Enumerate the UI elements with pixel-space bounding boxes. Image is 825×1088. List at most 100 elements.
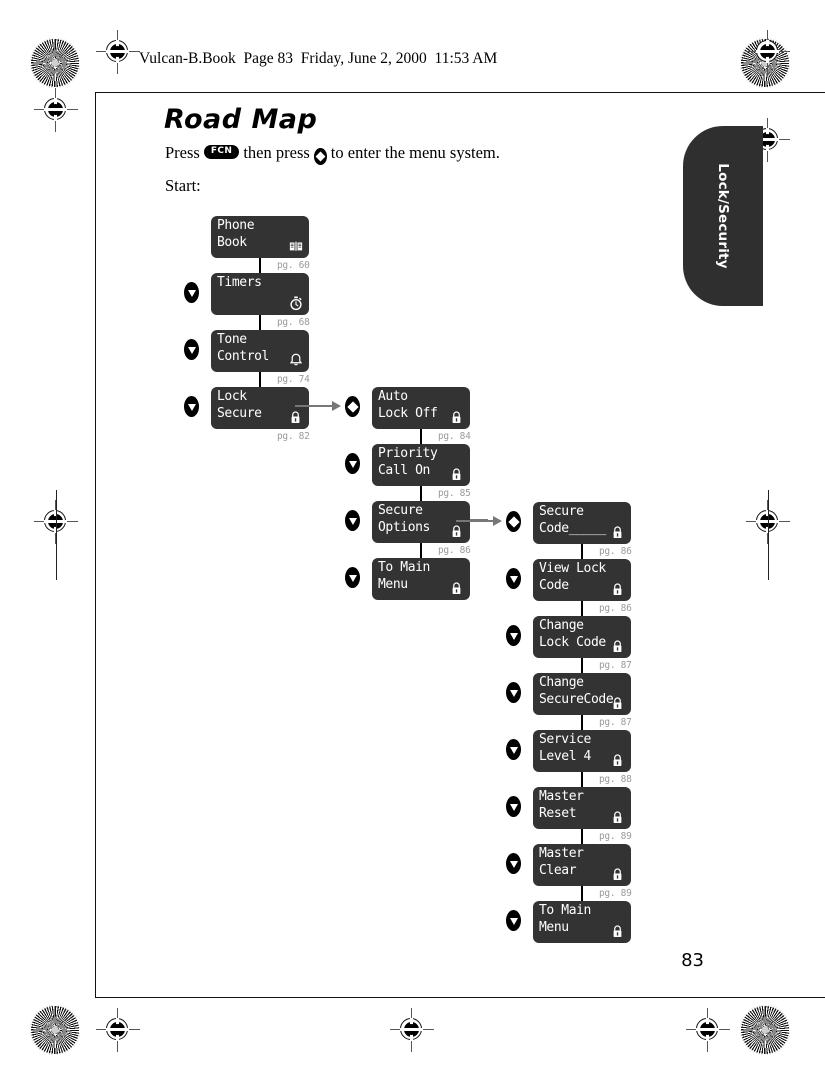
menu-node[interactable]: Phone Book [211,216,309,258]
page-reference-label: pg. 84 [438,431,471,442]
book-icon [289,239,303,254]
menu-node-line2: Code_____ [539,521,606,536]
menu-node-line1: Master [539,846,584,861]
nav-key-down-icon[interactable] [506,796,521,817]
menu-node-line1: Change [539,675,584,690]
bell-icon [289,353,303,368]
menu-node-line1: Timers [217,275,262,290]
lock-icon [450,524,464,539]
connector-line [420,543,423,558]
nav-key-down-icon[interactable] [506,568,521,589]
connector-line [259,258,262,273]
menu-node-line1: Change [539,618,584,633]
menu-node[interactable]: Change SecureCode [533,673,631,715]
connector-line [420,429,423,444]
menu-node-line2: Secure [217,406,262,421]
menu-node-line2: Lock Code [539,635,606,650]
menu-node-line1: To Main [539,903,591,918]
menu-node-line1: Phone [217,218,255,233]
menu-node-line2: SecureCode [539,692,614,707]
menu-node-line2: Menu [539,920,569,935]
page-reference-label: pg. 86 [438,545,471,556]
nav-key-down-icon[interactable] [506,910,521,931]
connector-line [581,544,584,559]
lock-icon [450,467,464,482]
nav-key-down-icon[interactable] [184,339,199,360]
lock-icon [611,696,625,711]
road-map-diagram: Phone Book pg. 60 Timers pg. 68 Tone Control pg… [0,0,825,1088]
nav-key-down-icon[interactable] [506,853,521,874]
menu-node-line2: Lock Off [378,406,438,421]
menu-node[interactable]: Timers [211,273,309,315]
menu-node-line2: Clear [539,863,577,878]
lock-icon [450,410,464,425]
menu-node-line1: Lock [217,389,247,404]
lock-icon [611,810,625,825]
page-reference-label: pg. 89 [599,831,632,842]
page-reference-label: pg. 89 [599,888,632,899]
lock-icon [611,525,625,540]
menu-node[interactable]: Lock Secure [211,387,309,429]
nav-key-down-icon[interactable] [184,282,199,303]
nav-key-down-icon[interactable] [345,510,360,531]
menu-node-line1: Tone [217,332,247,347]
menu-node-line2: Reset [539,806,577,821]
menu-node[interactable]: View Lock Code [533,559,631,601]
menu-node-line2: Options [378,520,430,535]
page-reference-label: pg. 82 [277,431,310,442]
menu-node[interactable]: Master Reset [533,787,631,829]
menu-node[interactable]: To Main Menu [533,901,631,943]
menu-node-line1: View Lock [539,561,606,576]
page-reference-label: pg. 86 [599,603,632,614]
connector-line [581,772,584,787]
connector-line [259,315,262,330]
menu-node-line2: Call On [378,463,430,478]
connector-line [420,486,423,501]
menu-node-line1: Master [539,789,584,804]
menu-node-line2: Level 4 [539,749,591,764]
connector-line [581,886,584,901]
page-reference-label: pg. 74 [277,374,310,385]
page-reference-label: pg. 87 [599,717,632,728]
menu-node-line1: Auto [378,389,408,404]
nav-key-down-icon[interactable] [506,739,521,760]
menu-node[interactable]: Priority Call On [372,444,470,486]
lock-icon [611,867,625,882]
connector-line [581,829,584,844]
lock-icon [289,410,303,425]
connector-line [259,372,262,387]
menu-node[interactable]: To Main Menu [372,558,470,600]
menu-node-line1: Service [539,732,591,747]
menu-node[interactable]: Tone Control [211,330,309,372]
connector-line [581,601,584,616]
menu-node-line1: Priority [378,446,438,461]
nav-key-up-down-icon[interactable] [345,396,360,417]
menu-node[interactable]: Secure Code_____ [533,502,631,544]
page-number: 83 [681,950,704,971]
menu-node[interactable]: Change Lock Code [533,616,631,658]
menu-node[interactable]: Auto Lock Off [372,387,470,429]
page-reference-label: pg. 60 [277,260,310,271]
branch-arrow [295,400,341,413]
lock-icon [611,582,625,597]
nav-key-down-icon[interactable] [506,625,521,646]
branch-arrow [456,515,502,528]
lock-icon [450,581,464,596]
nav-key-down-icon[interactable] [184,396,199,417]
lock-icon [611,639,625,654]
menu-node[interactable]: Master Clear [533,844,631,886]
menu-node-line2: Book [217,235,247,250]
menu-node[interactable]: Service Level 4 [533,730,631,772]
nav-key-down-icon[interactable] [506,682,521,703]
page-reference-label: pg. 85 [438,488,471,499]
page-reference-label: pg. 86 [599,546,632,557]
page-reference-label: pg. 87 [599,660,632,671]
nav-key-down-icon[interactable] [345,567,360,588]
menu-node-line2: Control [217,349,269,364]
connector-line [581,715,584,730]
lock-icon [611,753,625,768]
stopwatch-icon [289,296,303,311]
page-reference-label: pg. 88 [599,774,632,785]
nav-key-up-down-icon[interactable] [506,511,521,532]
nav-key-down-icon[interactable] [345,453,360,474]
